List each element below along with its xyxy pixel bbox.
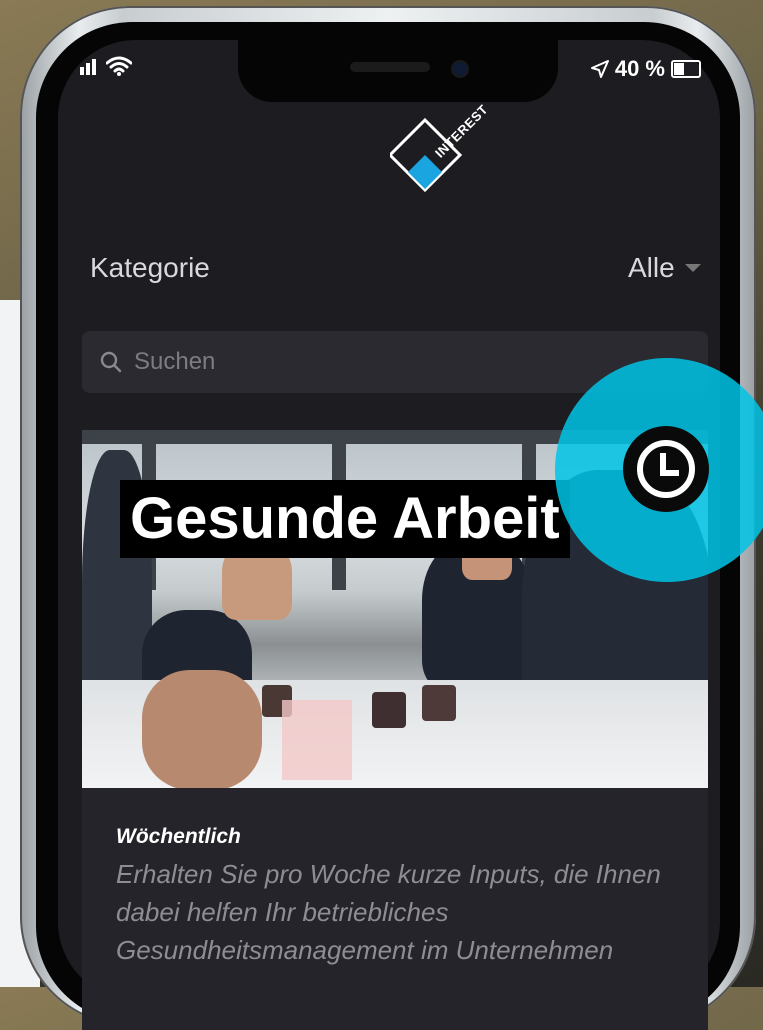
location-arrow-icon <box>590 60 609 78</box>
battery-percent: 40 % <box>614 56 665 81</box>
card-frequency: Wöchentlich <box>116 825 241 848</box>
category-dropdown[interactable]: Alle <box>628 252 701 284</box>
schedule-button[interactable] <box>555 358 763 582</box>
battery-icon <box>671 60 701 78</box>
card-description: Erhalten Sie pro Woche kurze Inputs, die… <box>116 859 661 965</box>
category-label: Kategorie <box>90 252 210 283</box>
caret-down-icon <box>684 264 701 272</box>
wifi-icon <box>106 56 132 76</box>
clock-badge <box>623 426 709 512</box>
cellular-signal-icon <box>80 57 96 75</box>
category-value: Alle <box>628 252 675 283</box>
search-input[interactable] <box>132 347 636 377</box>
card-title: Gesunde Arbeit <box>120 480 570 558</box>
status-bar-right: 40 % <box>590 56 701 82</box>
search-icon <box>100 351 122 373</box>
clock-icon <box>637 440 695 498</box>
front-camera <box>453 62 467 76</box>
status-bar-left <box>80 56 132 76</box>
speaker <box>350 62 430 72</box>
interest-logo-icon <box>390 118 463 193</box>
card-body: Wöchentlich Erhalten Sie pro Woche kurze… <box>116 825 676 969</box>
